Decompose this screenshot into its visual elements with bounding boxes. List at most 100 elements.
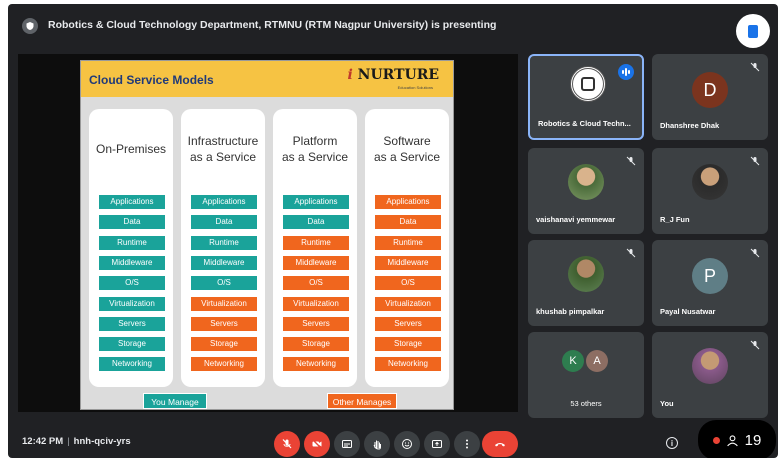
more-options-button[interactable]	[454, 431, 480, 457]
avatar: D	[692, 72, 728, 108]
stack-cell: Storage	[375, 337, 441, 352]
people-icon	[726, 434, 738, 446]
captions-button[interactable]	[334, 431, 360, 457]
stack-cell: O/S	[283, 276, 349, 291]
others-tile[interactable]: K A 53 others	[528, 332, 644, 418]
end-call-icon	[495, 443, 505, 447]
shield-icon[interactable]	[22, 18, 38, 34]
avatar	[568, 256, 604, 292]
others-count: 53 others	[570, 399, 602, 408]
captions-icon	[342, 440, 352, 448]
column-title: On-Premises	[95, 142, 166, 156]
stack-cell: Virtualization	[191, 296, 257, 311]
stack-cell: Servers	[191, 316, 257, 331]
stack-cell: Servers	[283, 316, 349, 331]
participant-name: R_J Fun	[660, 215, 690, 224]
column-paas: Platform as a Service Applications Data Ru…	[273, 109, 357, 387]
mic-off-icon	[750, 62, 760, 72]
participant-tile[interactable]: Robotics & Cloud Techn...	[528, 54, 644, 140]
stack-cell: Applications	[99, 195, 165, 209]
stack-cell: Networking	[191, 357, 257, 372]
stack-cell: Applications	[191, 195, 257, 209]
participant-name: Payal Nusatwar	[660, 307, 716, 316]
emoji-button[interactable]	[394, 431, 420, 457]
mic-off-icon	[750, 248, 760, 258]
stack-cell: Applications	[375, 195, 441, 209]
self-tile[interactable]: You	[652, 332, 768, 418]
meeting-info: 12:42 PM | hnh-qciv-yrs	[22, 436, 131, 447]
participants-button[interactable]: 19	[698, 420, 776, 458]
stack-cell: Data	[99, 215, 165, 230]
participant-name: Robotics & Cloud Techn...	[538, 119, 631, 128]
stack-cell: O/S	[99, 276, 165, 291]
info-icon[interactable]: i	[666, 437, 678, 449]
avatar: A	[586, 350, 608, 372]
stack-cell: Middleware	[375, 255, 441, 270]
raise-hand-icon	[373, 440, 381, 450]
camera-off-icon	[312, 439, 322, 449]
emoji-icon	[402, 439, 412, 449]
participant-count: 19	[744, 431, 762, 449]
participant-tile[interactable]: khushab pimpalkar	[528, 240, 644, 326]
meet-window: Robotics & Cloud Technology Department, …	[8, 4, 778, 458]
stack-cell: Virtualization	[99, 296, 165, 311]
column-saas: Software as a Service Applications Data Ru…	[365, 109, 449, 387]
avatar: P	[692, 258, 728, 294]
stack-cell: Storage	[191, 337, 257, 352]
stack-cell: Virtualization	[283, 296, 349, 311]
participant-tile[interactable]: vaishanavi yemmewar	[528, 148, 644, 234]
column-title: Platform as a Service	[281, 134, 349, 164]
mic-off-icon	[750, 156, 760, 166]
stack-cell: Runtime	[375, 235, 441, 250]
mic-off-icon	[626, 156, 636, 166]
bottom-bar: 12:42 PM | hnh-qciv-yrs i 19	[8, 418, 778, 458]
mic-off-icon	[626, 248, 636, 258]
avatar: K	[562, 350, 584, 372]
column-on-premises: On-Premises Applications Data Runtime Middl…	[89, 109, 173, 387]
app-logo	[736, 14, 770, 48]
stack-cell: Storage	[99, 337, 165, 352]
university-seal-icon	[570, 66, 606, 102]
participant-tile[interactable]: P Payal Nusatwar	[652, 240, 768, 326]
present-button[interactable]	[424, 431, 450, 457]
stack-cell: Middleware	[99, 255, 165, 270]
participant-tile[interactable]: R_J Fun	[652, 148, 768, 234]
participant-name: Dhanshree Dhak	[660, 121, 720, 130]
stack-cell: Runtime	[283, 235, 349, 250]
speaking-indicator-icon	[618, 64, 634, 80]
stack-cell: Data	[283, 215, 349, 230]
stack-cell: Networking	[375, 357, 441, 372]
stack-cell: Runtime	[99, 235, 165, 250]
stack-cell: Data	[191, 215, 257, 230]
top-bar: Robotics & Cloud Technology Department, …	[8, 4, 778, 48]
column-iaas: Infrastructure as a Service Applications…	[181, 109, 265, 387]
mic-off-icon	[750, 340, 760, 350]
column-title: Infrastructure as a Service	[187, 134, 259, 164]
stack-cell: Middleware	[283, 255, 349, 270]
participant-tile[interactable]: D Dhanshree Dhak	[652, 54, 768, 140]
stack-cell: Servers	[99, 316, 165, 331]
mic-toggle-button[interactable]	[274, 431, 300, 457]
brand-logo: i NURTURE	[347, 67, 439, 83]
doc-icon	[748, 24, 758, 38]
avatar	[692, 348, 728, 384]
participant-name: khushab pimpalkar	[536, 307, 605, 316]
stack-cell: Middleware	[191, 255, 257, 270]
slide-title: Cloud Service Models	[89, 73, 214, 87]
legend-you-manage: You Manage	[143, 393, 207, 409]
participant-name: You	[660, 399, 674, 408]
raise-hand-button[interactable]	[364, 431, 390, 457]
stack-cell: Servers	[375, 316, 441, 331]
more-vert-icon	[466, 439, 468, 449]
legend-other-manages: Other Manages	[327, 393, 397, 409]
stack-cell: O/S	[191, 276, 257, 291]
presenting-banner: Robotics & Cloud Technology Department, …	[48, 19, 497, 31]
camera-toggle-button[interactable]	[304, 431, 330, 457]
end-call-button[interactable]	[482, 431, 518, 457]
stack-cell: Data	[375, 215, 441, 230]
participant-name: vaishanavi yemmewar	[536, 215, 616, 224]
avatar	[692, 164, 728, 200]
brand-tagline: Education Solutions	[397, 85, 433, 90]
slide: Cloud Service Models i NURTURE Education…	[80, 60, 454, 410]
avatar	[568, 164, 604, 200]
